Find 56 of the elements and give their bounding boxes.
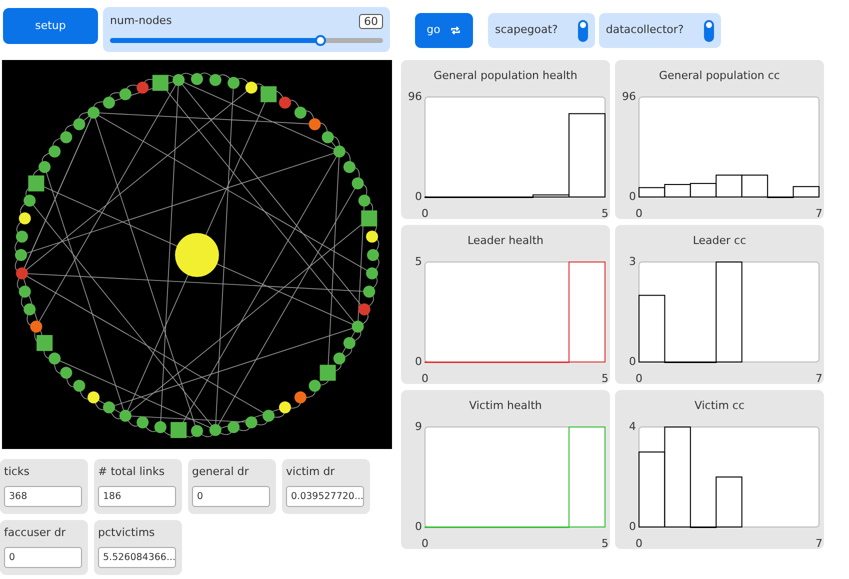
y-tick-label: 96 <box>408 90 422 103</box>
y-tick-label: 9 <box>415 420 422 433</box>
plot-title: General population cc <box>659 68 780 84</box>
histogram-bar <box>664 184 691 197</box>
toggle-switch[interactable] <box>704 20 714 42</box>
y-tick-label: 0 <box>415 190 422 203</box>
go-button[interactable]: go <box>415 13 473 48</box>
plot-title: Victim cc <box>694 398 745 414</box>
y-tick-label: 0 <box>629 520 636 533</box>
y-tick-label: 0 <box>629 190 636 203</box>
setup-button[interactable]: setup <box>3 8 98 44</box>
x-tick-label: 0 <box>636 372 642 384</box>
plot-title: Leader cc <box>692 233 746 249</box>
x-tick-label: 0 <box>422 536 428 549</box>
monitor-value: 0 <box>192 486 270 506</box>
slider-thumb[interactable] <box>315 34 326 46</box>
x-tick-label: 5 <box>602 536 608 549</box>
slider-label: num-nodes <box>110 13 172 29</box>
y-tick-label: 4 <box>629 420 636 433</box>
y-tick-label: 0 <box>415 520 422 533</box>
monitor-label: ticks <box>4 464 31 480</box>
histogram-bar <box>638 186 666 197</box>
monitor-label: victim dr <box>286 464 336 480</box>
monitor-value: 5.526084366... <box>98 546 176 568</box>
slider-value[interactable]: 60 <box>359 14 383 29</box>
slider-track[interactable] <box>110 38 383 42</box>
x-tick-label: 7 <box>816 536 822 549</box>
switch-label: datacollector? <box>606 22 684 38</box>
x-tick-label: 0 <box>422 372 428 384</box>
switch-panel[interactable]: datacollector? <box>598 13 721 48</box>
switch-label: scapegoat? <box>495 22 558 38</box>
monitor-value: 186 <box>98 486 176 506</box>
monitor-label: faccuser dr <box>4 525 67 541</box>
y-tick-label: 0 <box>629 354 636 368</box>
plot-title: Leader health <box>467 233 544 249</box>
y-tick-label: 3 <box>629 254 636 268</box>
monitor-label: general dr <box>192 464 250 480</box>
y-tick-label: 0 <box>415 354 422 368</box>
monitor-label: pctvictims <box>98 525 156 541</box>
switch-panel[interactable]: scapegoat? <box>488 13 595 48</box>
plot-title: Victim health <box>469 398 542 414</box>
x-tick-label: 5 <box>602 372 608 384</box>
x-tick-label: 0 <box>636 206 642 219</box>
monitor-value: 0.039527720... <box>286 486 364 506</box>
monitor-label: # total links <box>98 464 166 480</box>
y-tick-label: 96 <box>622 90 636 103</box>
monitor-value: 0 <box>4 546 82 568</box>
x-tick-label: 0 <box>422 206 428 219</box>
toggle-switch[interactable] <box>578 20 588 42</box>
x-tick-label: 7 <box>816 206 822 219</box>
plot-title: General population health <box>434 68 578 84</box>
y-tick-label: 5 <box>415 254 422 268</box>
x-tick-label: 5 <box>602 206 608 219</box>
x-tick-label: 7 <box>816 372 822 384</box>
monitor-value: 368 <box>4 486 82 506</box>
x-tick-label: 0 <box>636 536 642 549</box>
